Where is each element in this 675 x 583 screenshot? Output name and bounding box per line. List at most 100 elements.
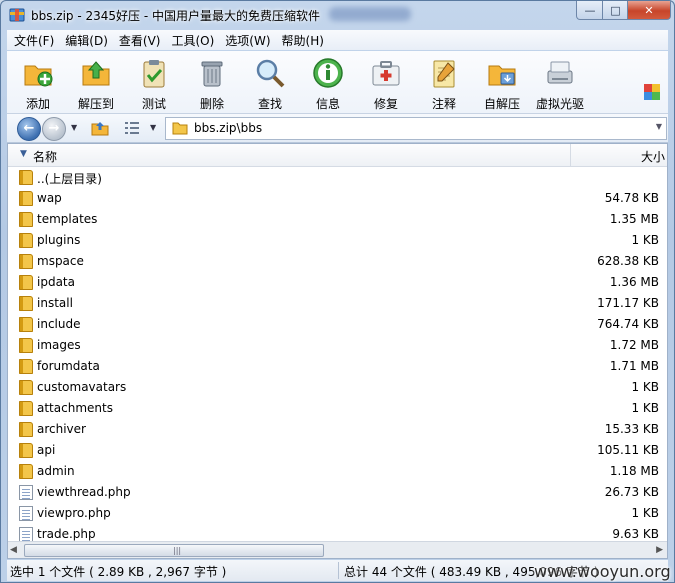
list-item[interactable]: ..(上层目录) xyxy=(8,167,667,188)
file-name: templates xyxy=(37,212,98,226)
name-column-label: 名称 xyxy=(33,150,58,164)
file-name: ..(上层目录) xyxy=(37,172,102,186)
comment-label: 注释 xyxy=(431,97,456,111)
file-size: 1 KB xyxy=(631,401,659,415)
folder-icon xyxy=(19,359,33,374)
name-column-header[interactable]: ▼ 名称 xyxy=(8,144,571,166)
file-size: 171.17 KB xyxy=(597,296,659,310)
maximize-button[interactable]: □ xyxy=(602,1,629,20)
list-item[interactable]: mspace 628.38 KB xyxy=(8,251,667,272)
extract-to-label: 解压到 xyxy=(77,97,114,111)
list-item[interactable]: templates 1.35 MB xyxy=(8,209,667,230)
file-size: 1.18 MB xyxy=(609,464,659,478)
comment-button[interactable]: 注释 xyxy=(415,53,473,112)
menu-options[interactable]: 选项(W) xyxy=(221,32,274,49)
folder-icon xyxy=(19,254,33,269)
folder-icon xyxy=(19,380,33,395)
repair-label: 修复 xyxy=(373,97,398,111)
list-item[interactable]: viewthread.php 26.73 KB xyxy=(8,482,667,503)
path-dropdown-icon[interactable]: ▼ xyxy=(656,122,662,131)
forward-button[interactable]: → xyxy=(42,117,66,141)
file-size: 1.71 MB xyxy=(609,359,659,373)
folder-icon xyxy=(19,317,33,332)
menu-tools[interactable]: 工具(O) xyxy=(167,32,218,49)
scroll-right-icon[interactable]: ▶ xyxy=(656,545,663,555)
delete-button[interactable]: 删除 xyxy=(183,53,241,112)
title-bar[interactable]: bbs.zip - 2345好压 - 中国用户量最大的免费压缩软件 — □ ✕ xyxy=(1,1,674,29)
folder-icon xyxy=(19,296,33,311)
file-size: 105.11 KB xyxy=(597,443,659,457)
file-size: 54.78 KB xyxy=(604,191,659,205)
list-item[interactable]: wap 54.78 KB xyxy=(8,188,667,209)
close-button[interactable]: ✕ xyxy=(627,1,671,20)
php-file-icon xyxy=(19,527,33,542)
file-name: customavatars xyxy=(37,380,127,394)
list-item[interactable]: install 171.17 KB xyxy=(8,293,667,314)
self-extract-button[interactable]: 自解压 xyxy=(473,53,531,112)
list-header: ▼ 名称 大小 xyxy=(8,144,667,167)
list-item[interactable]: images 1.72 MB xyxy=(8,335,667,356)
list-item[interactable]: api 105.11 KB xyxy=(8,440,667,461)
list-item[interactable]: forumdata 1.71 MB xyxy=(8,356,667,377)
folder-icon xyxy=(19,170,33,185)
file-name: install xyxy=(37,296,73,310)
size-column-header[interactable]: 大小 xyxy=(571,144,667,166)
folder-icon xyxy=(19,275,33,290)
list-item[interactable]: ipdata 1.36 MB xyxy=(8,272,667,293)
test-label: 测试 xyxy=(141,97,166,111)
list-item[interactable]: plugins 1 KB xyxy=(8,230,667,251)
add-archive-icon xyxy=(24,65,53,87)
menu-edit[interactable]: 编辑(D) xyxy=(61,32,112,49)
file-name: forumdata xyxy=(37,359,100,373)
menu-view[interactable]: 查看(V) xyxy=(115,32,165,49)
list-item[interactable]: archiver 15.33 KB xyxy=(8,419,667,440)
file-name: wap xyxy=(37,191,62,205)
repair-button[interactable]: 修复 xyxy=(357,53,415,112)
find-button[interactable]: 查找 xyxy=(241,53,299,112)
info-button[interactable]: 信息 xyxy=(299,53,357,112)
file-size: 628.38 KB xyxy=(597,254,659,268)
file-size: 1.72 MB xyxy=(609,338,659,352)
file-name: attachments xyxy=(37,401,113,415)
php-file-icon xyxy=(19,506,33,521)
php-file-icon xyxy=(19,485,33,500)
virtual-drive-button[interactable]: 虚拟光驱 xyxy=(531,53,589,112)
file-size: 764.74 KB xyxy=(597,317,659,331)
scroll-thumb[interactable]: ||| xyxy=(24,544,324,557)
list-item[interactable]: admin 1.18 MB xyxy=(8,461,667,482)
path-field[interactable]: bbs.zip\bbs ▼ xyxy=(165,117,667,140)
view-dropdown-icon[interactable]: ▼ xyxy=(150,123,156,132)
file-name: mspace xyxy=(37,254,84,268)
minimize-button[interactable]: — xyxy=(576,1,604,20)
menu-file[interactable]: 文件(F) xyxy=(10,32,58,49)
trash-can-icon xyxy=(201,61,223,87)
file-rows: ..(上层目录) wap 54.78 KB templates 1.35 MB plugi… xyxy=(8,167,667,545)
history-dropdown-icon[interactable]: ▼ xyxy=(71,123,77,132)
theme-palette-icon[interactable] xyxy=(644,84,660,100)
scroll-left-icon[interactable]: ◀ xyxy=(10,545,17,555)
list-item[interactable]: customavatars 1 KB xyxy=(8,377,667,398)
folder-icon xyxy=(19,464,33,479)
virtual-drive-label: 虚拟光驱 xyxy=(535,97,584,111)
find-label: 查找 xyxy=(257,97,282,111)
add-button[interactable]: 添加 xyxy=(9,53,67,112)
list-item[interactable]: viewpro.php 1 KB xyxy=(8,503,667,524)
test-button[interactable]: 测试 xyxy=(125,53,183,112)
extract-to-button[interactable]: 解压到 xyxy=(67,53,125,112)
file-name: viewpro.php xyxy=(37,506,111,520)
list-item[interactable]: include 764.74 KB xyxy=(8,314,667,335)
list-item[interactable]: attachments 1 KB xyxy=(8,398,667,419)
up-folder-icon[interactable] xyxy=(91,120,109,136)
vertical-scrollbar[interactable] xyxy=(658,144,667,558)
menu-help[interactable]: 帮助(H) xyxy=(278,32,328,49)
back-button[interactable]: ← xyxy=(17,117,41,141)
folder-icon xyxy=(19,191,33,206)
sort-down-icon: ▼ xyxy=(20,149,27,159)
file-name: plugins xyxy=(37,233,81,247)
main-toolbar: 添加 解压到 测试 删除 查找 信息 修复 注释 自解压 虚拟光驱 xyxy=(7,51,668,114)
horizontal-scrollbar[interactable]: ◀ ||| ▶ xyxy=(8,541,667,558)
right-arrow-icon: → xyxy=(48,121,60,136)
add-label: 添加 xyxy=(25,97,50,111)
view-mode-icon[interactable] xyxy=(124,121,140,135)
folder-icon xyxy=(172,122,188,135)
